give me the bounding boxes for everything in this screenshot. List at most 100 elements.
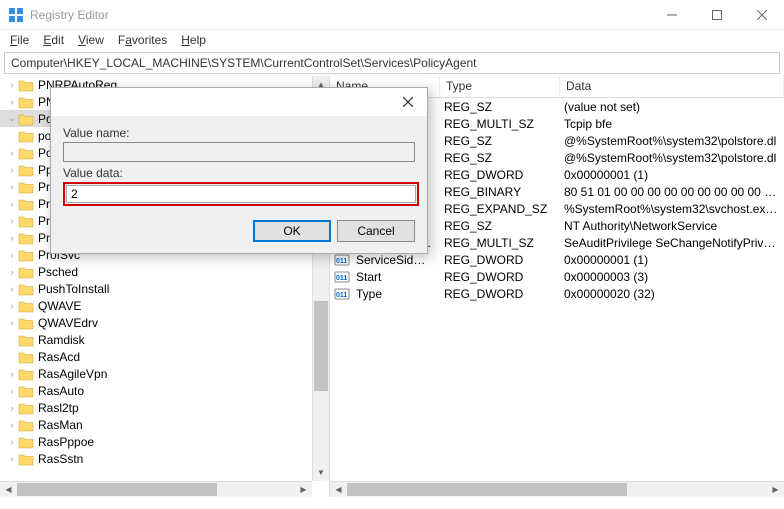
expander-icon[interactable]: ⌄ [6, 113, 18, 124]
list-horizontal-scrollbar[interactable]: ◀ ▶ [330, 481, 784, 497]
expander-icon[interactable]: › [6, 369, 18, 379]
scroll-left-arrow[interactable]: ◀ [330, 482, 347, 497]
tree-item[interactable]: ›RasAgileVpn [0, 365, 329, 382]
value-icon: 011 [334, 286, 350, 302]
tree-horizontal-scrollbar[interactable]: ◀ ▶ [0, 481, 312, 497]
tree-item[interactable]: › RasSstn [0, 450, 329, 467]
menu-view[interactable]: View [72, 31, 110, 49]
scroll-left-arrow[interactable]: ◀ [0, 482, 17, 497]
expander-icon[interactable]: › [6, 267, 18, 277]
value-data-highlight [63, 182, 419, 206]
cancel-button[interactable]: Cancel [337, 220, 415, 242]
tree-item[interactable]: ›QWAVE [0, 297, 329, 314]
folder-icon [18, 214, 34, 228]
value-data: @%SystemRoot%\system32\polstore.dl [558, 134, 784, 148]
tree-item[interactable]: ›RasAuto [0, 382, 329, 399]
menu-file[interactable]: File [4, 31, 35, 49]
menubar: File Edit View Favorites Help [0, 30, 784, 50]
tree-item-label: PushToInstall [38, 282, 109, 296]
folder-icon [18, 248, 34, 262]
expander-icon[interactable]: › [6, 454, 18, 464]
scroll-down-arrow[interactable]: ▼ [313, 464, 329, 481]
value-data: 0x00000001 (1) [558, 253, 784, 267]
tree-item-label: QWAVEdrv [38, 316, 98, 330]
menu-edit[interactable]: Edit [37, 31, 70, 49]
expander-icon[interactable]: › [6, 199, 18, 209]
value-type: REG_SZ [438, 219, 558, 233]
value-data: @%SystemRoot%\system32\polstore.dl [558, 151, 784, 165]
expander-icon[interactable]: › [6, 233, 18, 243]
value-type: REG_MULTI_SZ [438, 117, 558, 131]
tree-item-label: RasAcd [38, 350, 80, 364]
list-row[interactable]: 011StartREG_DWORD0x00000003 (3) [330, 268, 784, 285]
value-data: 80 51 01 00 00 00 00 00 00 00 00 00 03 0… [558, 185, 784, 199]
expander-icon[interactable]: › [6, 437, 18, 447]
value-type: REG_SZ [438, 100, 558, 114]
address-bar[interactable]: Computer\HKEY_LOCAL_MACHINE\SYSTEM\Curre… [4, 52, 780, 74]
close-button[interactable] [739, 0, 784, 29]
tree-item[interactable]: › QWAVEdrv [0, 314, 329, 331]
folder-icon [18, 163, 34, 177]
folder-icon [18, 265, 34, 279]
svg-text:011: 011 [336, 275, 347, 282]
value-name: Start [350, 270, 438, 284]
expander-icon[interactable]: › [6, 284, 18, 294]
folder-icon [18, 384, 34, 398]
column-data[interactable]: Data [560, 76, 784, 97]
folder-icon [18, 435, 34, 449]
scroll-right-arrow[interactable]: ▶ [767, 482, 784, 497]
scroll-right-arrow[interactable]: ▶ [295, 482, 312, 497]
value-type: REG_DWORD [438, 168, 558, 182]
tree-item-label: RasSstn [38, 452, 83, 466]
folder-icon [18, 333, 34, 347]
expander-icon[interactable]: › [6, 97, 18, 107]
tree-item-label: RasMan [38, 418, 83, 432]
expander-icon[interactable]: › [6, 301, 18, 311]
expander-icon[interactable]: › [6, 80, 18, 90]
expander-icon[interactable]: › [6, 386, 18, 396]
dialog-titlebar[interactable] [51, 88, 427, 116]
expander-icon[interactable]: › [6, 250, 18, 260]
value-data-input[interactable] [66, 185, 416, 203]
tree-item[interactable]: ›Psched [0, 263, 329, 280]
value-data: 0x00000001 (1) [558, 168, 784, 182]
scroll-thumb[interactable] [347, 483, 627, 496]
menu-favorites[interactable]: Favorites [112, 31, 173, 49]
expander-icon[interactable]: › [6, 216, 18, 226]
ok-button[interactable]: OK [253, 220, 331, 242]
expander-icon[interactable]: › [6, 182, 18, 192]
value-data: 0x00000020 (32) [558, 287, 784, 301]
column-type[interactable]: Type [440, 76, 560, 97]
tree-item[interactable]: RasAcd [0, 348, 329, 365]
value-name-label: Value name: [63, 126, 415, 140]
dialog-close-button[interactable] [393, 90, 423, 114]
expander-icon[interactable]: › [6, 318, 18, 328]
scroll-thumb[interactable] [314, 301, 328, 391]
address-text: Computer\HKEY_LOCAL_MACHINE\SYSTEM\Curre… [11, 56, 477, 70]
value-type: REG_BINARY [438, 185, 558, 199]
folder-icon [18, 112, 34, 126]
maximize-button[interactable] [694, 0, 739, 29]
expander-icon[interactable]: › [6, 148, 18, 158]
scroll-thumb[interactable] [17, 483, 217, 496]
value-name: Type [350, 287, 438, 301]
value-type: REG_EXPAND_SZ [438, 202, 558, 216]
expander-icon[interactable]: › [6, 165, 18, 175]
value-data-label: Value data: [63, 166, 415, 180]
value-type: REG_DWORD [438, 270, 558, 284]
tree-item[interactable]: ›RasPppoe [0, 433, 329, 450]
expander-icon[interactable]: › [6, 403, 18, 413]
value-data: SeAuditPrivilege SeChangeNotifyPrivileg [558, 236, 784, 250]
tree-item[interactable]: ›Rasl2tp [0, 399, 329, 416]
value-type: REG_MULTI_SZ [438, 236, 558, 250]
tree-item[interactable]: › RasMan [0, 416, 329, 433]
svg-text:011: 011 [336, 292, 347, 299]
tree-item[interactable]: Ramdisk [0, 331, 329, 348]
menu-help[interactable]: Help [175, 31, 212, 49]
value-icon: 011 [334, 269, 350, 285]
list-row[interactable]: 011TypeREG_DWORD0x00000020 (32) [330, 285, 784, 302]
value-name-input [63, 142, 415, 162]
tree-item[interactable]: › PushToInstall [0, 280, 329, 297]
minimize-button[interactable] [649, 0, 694, 29]
expander-icon[interactable]: › [6, 420, 18, 430]
